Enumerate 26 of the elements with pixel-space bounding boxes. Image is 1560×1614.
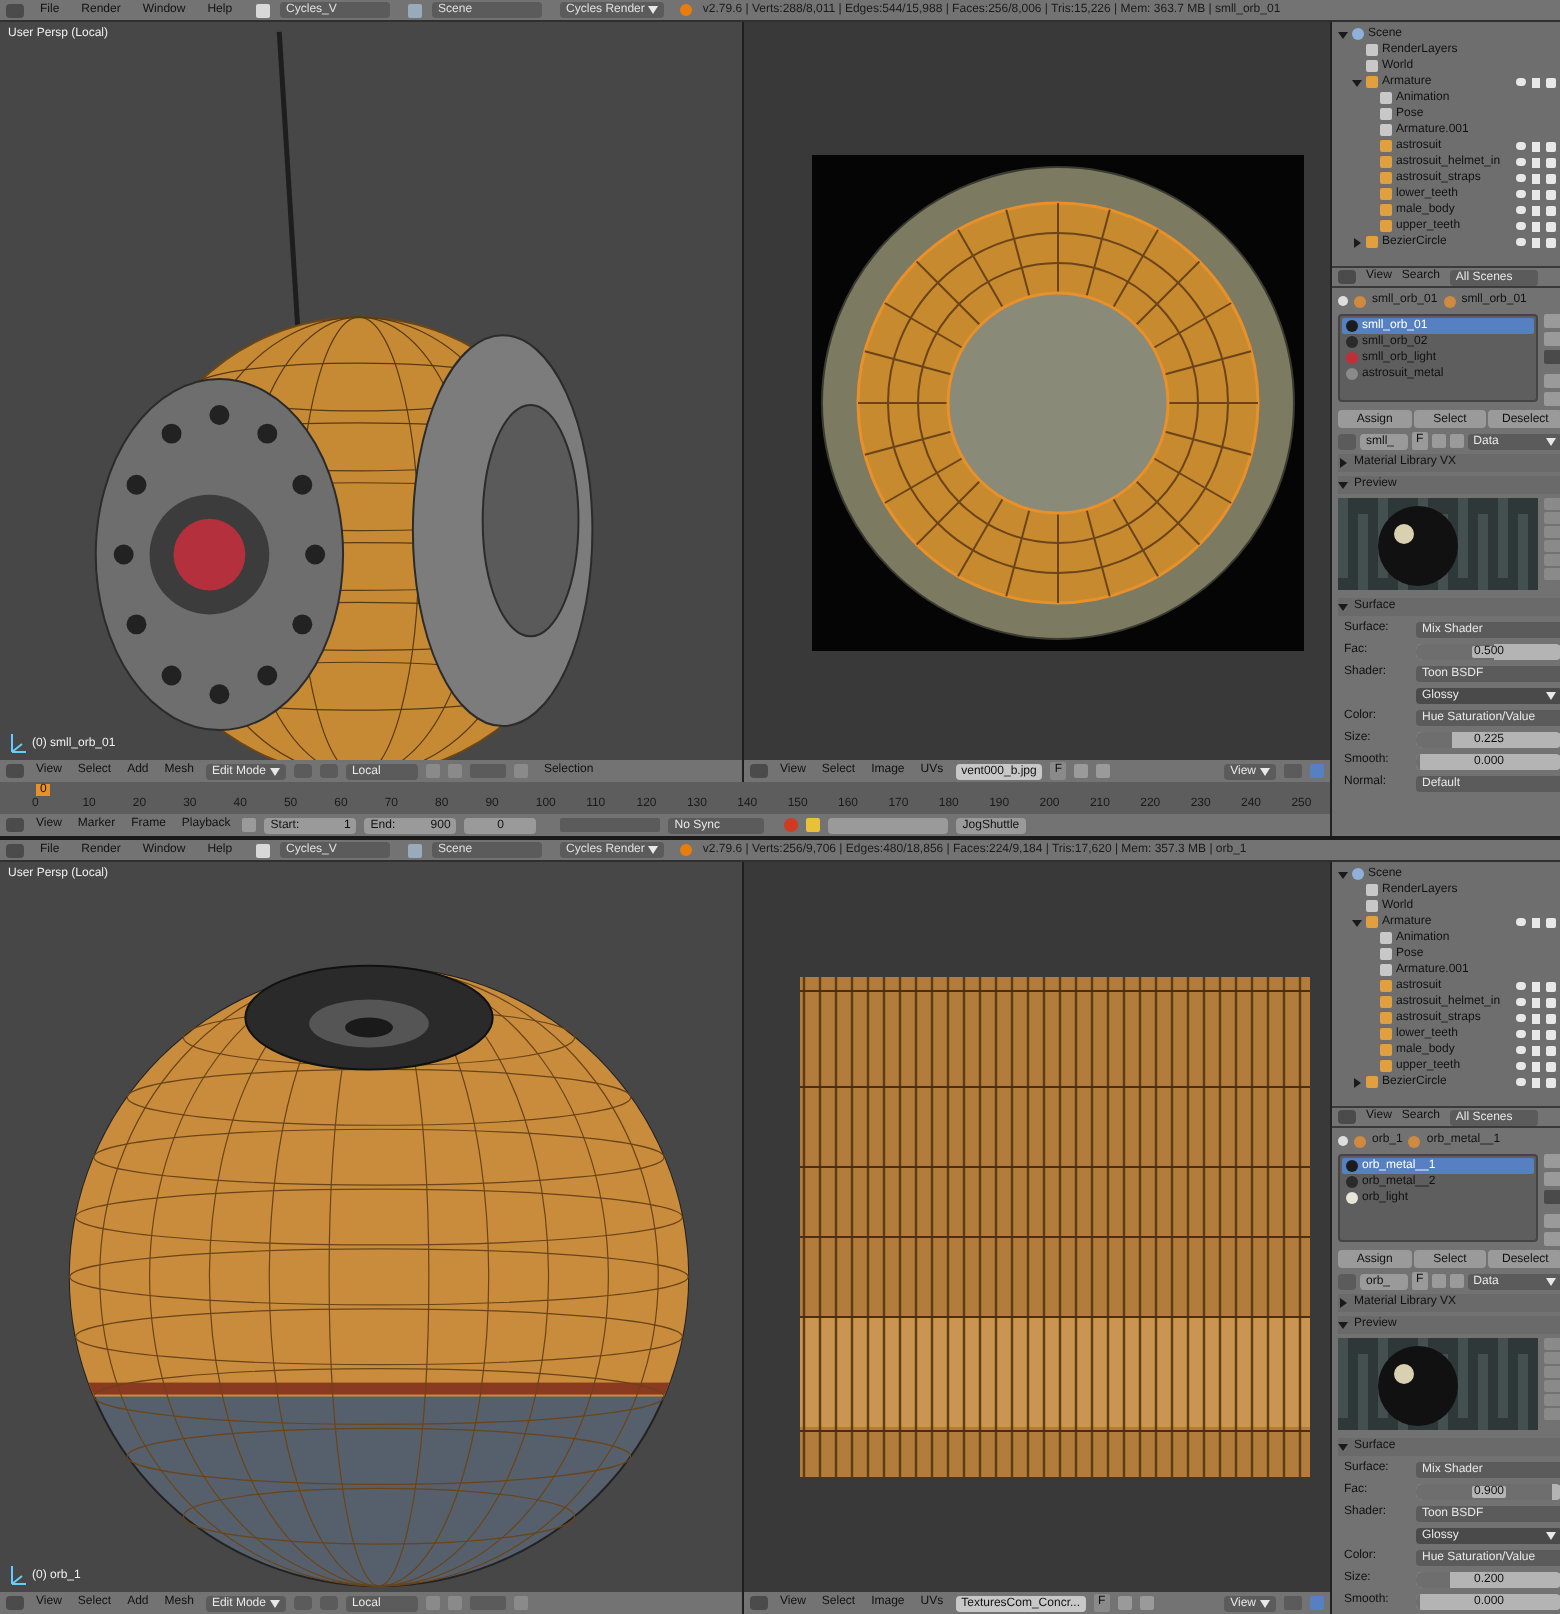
collapsed-triangle-icon (1338, 458, 1348, 468)
caret-icon (1546, 691, 1556, 699)
expanded-triangle-icon (1338, 480, 1348, 490)
expanded-triangle-icon (1338, 602, 1348, 612)
expanded-triangle-icon (1338, 1442, 1348, 1452)
caret-icon (1546, 1277, 1556, 1285)
expanded-triangle-icon[interactable] (1352, 77, 1362, 87)
expanded-triangle-icon[interactable] (1352, 917, 1362, 927)
keying-set-field[interactable] (828, 817, 949, 833)
collapsed-triangle-icon[interactable] (1352, 237, 1362, 247)
collapsed-triangle-icon[interactable] (1352, 1077, 1362, 1087)
caret-icon (269, 1599, 280, 1607)
expanded-triangle-icon (1338, 1320, 1348, 1330)
collapsed-triangle-icon (1338, 1298, 1348, 1308)
expanded-triangle-icon[interactable] (1338, 29, 1348, 39)
expanded-triangle-icon[interactable] (1338, 869, 1348, 879)
record-icon[interactable] (784, 818, 799, 832)
caret-icon (1260, 767, 1270, 775)
caret-icon (1546, 1531, 1556, 1539)
caret-icon (648, 846, 659, 854)
caret-icon (648, 6, 659, 14)
axis-gizmo-icon (8, 732, 28, 756)
axis-gizmo-icon (8, 1564, 28, 1588)
caret-icon (1260, 1599, 1270, 1607)
caret-icon (269, 767, 280, 775)
caret-icon (1546, 437, 1556, 445)
